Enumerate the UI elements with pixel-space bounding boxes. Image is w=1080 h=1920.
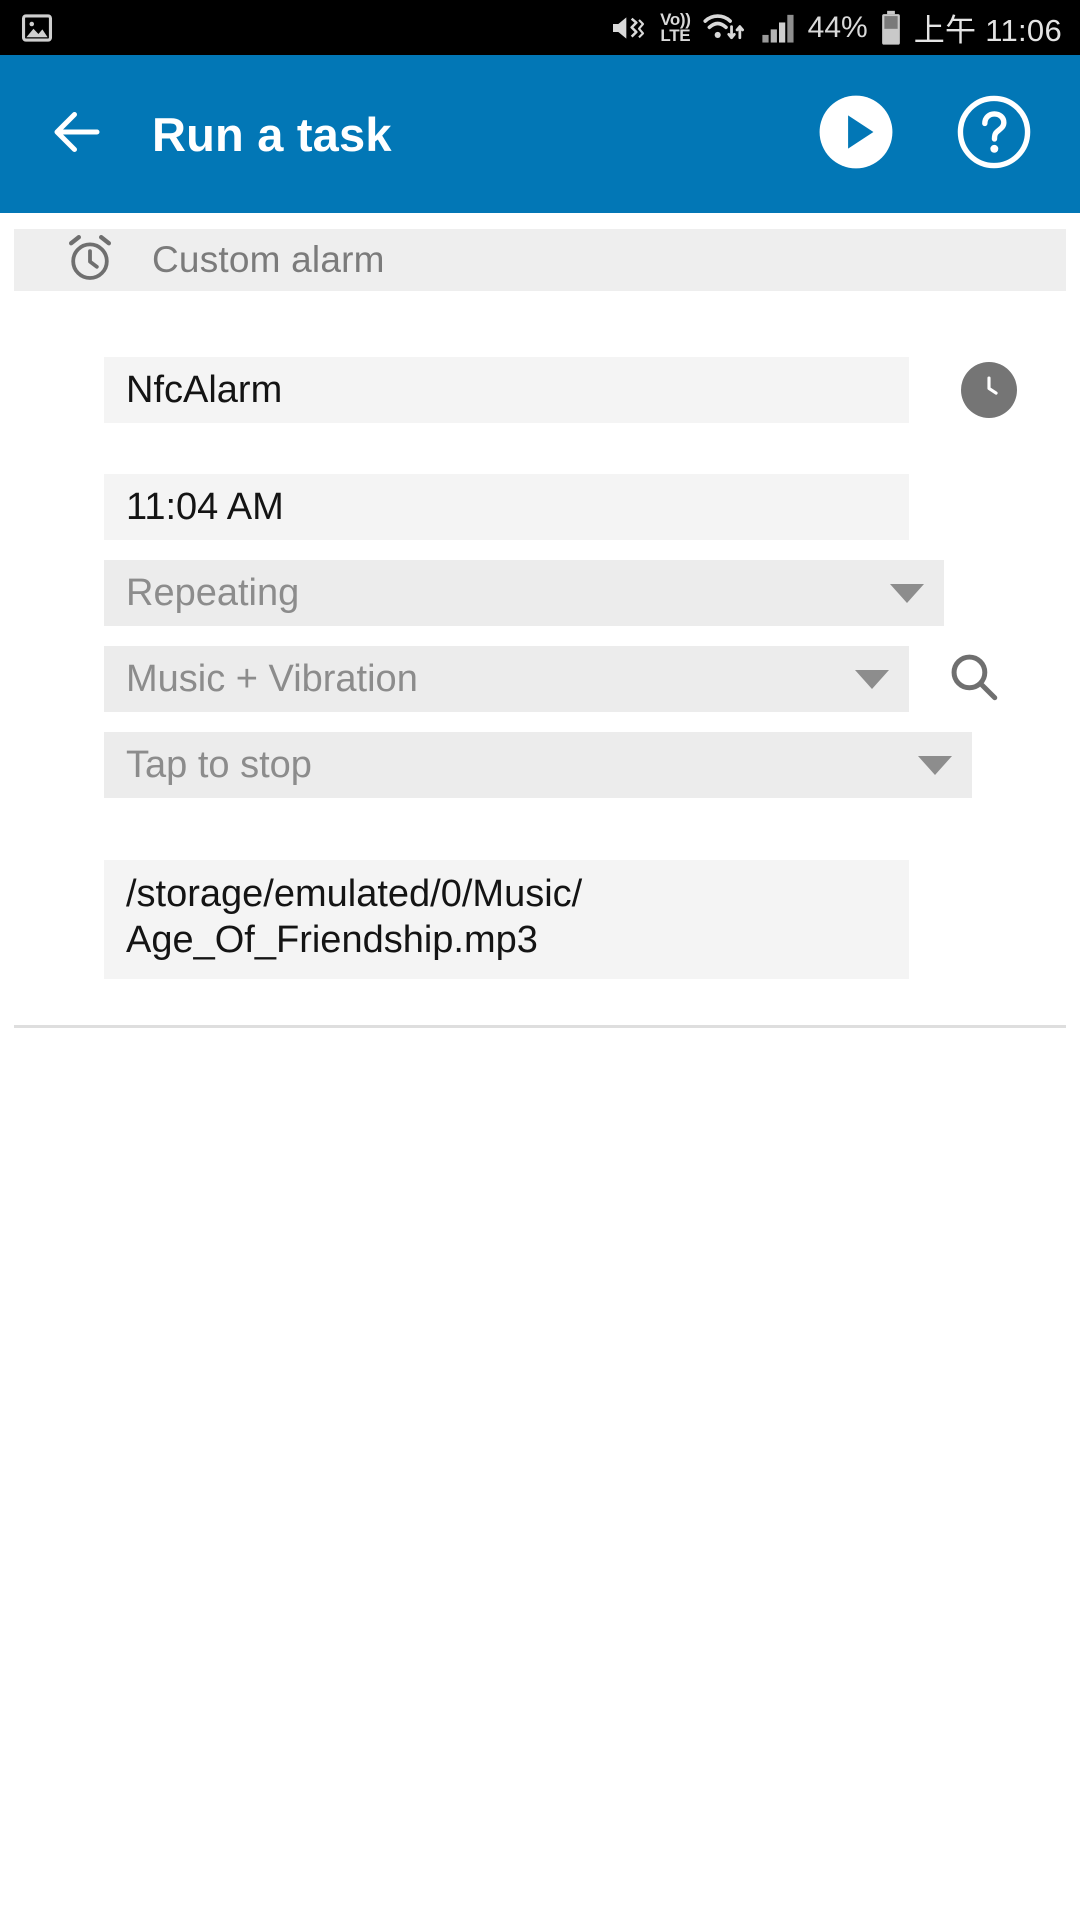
image-icon	[20, 11, 54, 45]
repeat-mode-row: Repeating	[0, 560, 1080, 626]
alarm-name-row: NfcAlarm	[0, 357, 1080, 423]
wifi-icon	[702, 10, 750, 46]
volte-icon: Vo)) LTE	[660, 11, 691, 45]
volte-bottom-label: LTE	[660, 25, 691, 45]
play-circle-icon	[818, 94, 894, 175]
stop-mode-row: Tap to stop	[0, 732, 1080, 798]
status-bar-clock: 上午 11:06	[913, 13, 1062, 48]
stop-mode-dropdown[interactable]: Tap to stop	[104, 732, 972, 798]
time-picker-button[interactable]	[961, 362, 1017, 418]
alarm-clock-icon	[64, 232, 116, 289]
battery-icon	[879, 10, 903, 46]
file-path-row: /storage/emulated/0/Music/ Age_Of_Friend…	[0, 860, 1080, 980]
clock-icon	[971, 370, 1007, 411]
chevron-down-icon	[890, 583, 924, 603]
alarm-time-input[interactable]: 11:04 AM	[104, 474, 909, 540]
section-header-custom-alarm: Custom alarm	[14, 229, 1066, 291]
section-divider	[14, 1025, 1066, 1029]
chevron-down-icon	[918, 755, 952, 775]
section-header-label: Custom alarm	[152, 239, 385, 280]
search-icon	[947, 650, 1001, 709]
alarm-time-row: 11:04 AM	[0, 474, 1080, 540]
file-path-line-2: Age_Of_Friendship.mp3	[126, 918, 538, 961]
status-bar-right: Vo)) LTE 44% 上午 11:06	[609, 5, 1062, 50]
chevron-down-icon	[855, 669, 889, 689]
help-button[interactable]	[956, 94, 1032, 175]
app-bar: Run a task	[0, 55, 1080, 213]
alarm-name-input[interactable]: NfcAlarm	[104, 357, 909, 423]
arrow-back-icon	[47, 102, 107, 167]
file-path-line-1: /storage/emulated/0/Music/	[126, 873, 583, 915]
run-task-button[interactable]	[818, 94, 894, 175]
status-bar: Vo)) LTE 44% 上午 11:06	[0, 0, 1080, 55]
sound-mode-row: Music + Vibration	[0, 646, 1080, 712]
battery-percent-label: 44%	[807, 10, 868, 44]
repeat-mode-dropdown[interactable]: Repeating	[104, 560, 944, 626]
sound-mode-value: Music + Vibration	[126, 657, 418, 700]
back-button[interactable]	[42, 99, 112, 169]
sound-mode-dropdown[interactable]: Music + Vibration	[104, 646, 909, 712]
mute-vibrate-icon	[609, 11, 649, 45]
app-bar-actions	[818, 94, 1032, 175]
music-file-path-input[interactable]: /storage/emulated/0/Music/ Age_Of_Friend…	[104, 860, 909, 980]
browse-music-button[interactable]	[947, 650, 1001, 709]
help-circle-icon	[956, 94, 1032, 175]
status-bar-left	[20, 11, 54, 45]
alarm-form: NfcAlarm 11:04 AM Repeating Music + Vibr…	[0, 357, 1080, 1029]
signal-icon	[761, 11, 797, 45]
repeat-mode-value: Repeating	[126, 571, 300, 614]
page-title: Run a task	[152, 107, 392, 161]
stop-mode-value: Tap to stop	[126, 743, 312, 786]
